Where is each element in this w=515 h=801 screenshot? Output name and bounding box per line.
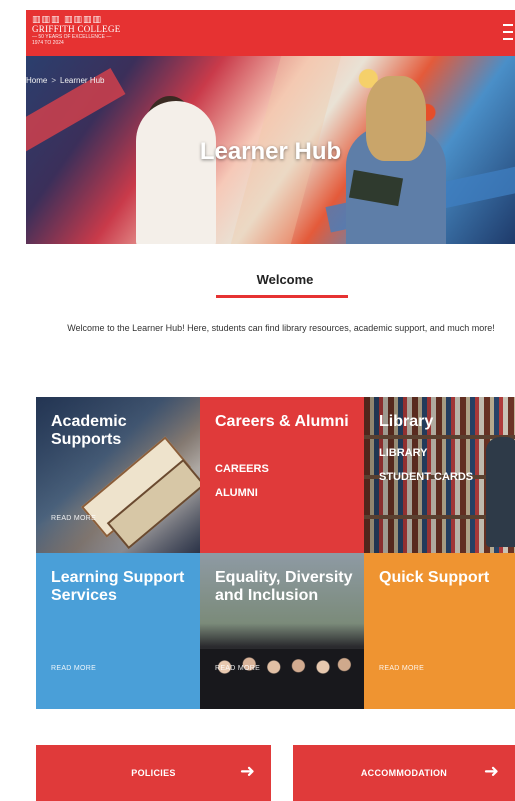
breadcrumb-home[interactable]: Home (26, 76, 47, 85)
logo-years: 1974 TO 2024 (32, 40, 64, 46)
breadcrumb: Home > Learner Hub (26, 76, 105, 85)
page-title: Learner Hub (199, 138, 342, 165)
read-more-link[interactable]: READ MORE (215, 665, 260, 672)
breadcrumb-current: Learner Hub (60, 76, 105, 85)
library-visitor-photo (486, 437, 515, 547)
library-link[interactable]: LIBRARY (379, 447, 427, 459)
tile-academic-supports[interactable]: Academic Supports READ MORE (36, 397, 200, 553)
read-more-link[interactable]: READ MORE (51, 515, 96, 522)
tile-equality-diversity-inclusion[interactable]: Equality, Diversity and Inclusion READ M… (200, 553, 364, 709)
logo-crest: ▥▥▥ ▥▥▥▥ (32, 14, 103, 24)
tile-title: Academic Supports (51, 413, 127, 448)
heading-underline (216, 295, 348, 298)
tile-title: Equality, Diversity and Inclusion (215, 569, 353, 604)
logo-name: GRIFFITH COLLEGE (32, 24, 121, 34)
griffith-college-logo[interactable]: ▥▥▥ ▥▥▥▥ GRIFFITH COLLEGE — 50 YEARS OF … (32, 14, 132, 52)
policies-button[interactable]: POLICIES ➜ (36, 745, 271, 801)
tile-quick-support[interactable]: Quick Support READ MORE (364, 553, 515, 709)
arrow-right-icon: ➜ (239, 761, 255, 781)
read-more-link[interactable]: READ MORE (379, 665, 424, 672)
tile-title: Library (379, 413, 434, 430)
welcome-text: Welcome to the Learner Hub! Here, studen… (67, 323, 495, 333)
careers-link[interactable]: CAREERS (215, 463, 269, 475)
read-more-link[interactable]: READ MORE (51, 665, 96, 672)
arrow-right-icon: ➜ (483, 761, 499, 781)
group-photo (200, 649, 364, 709)
tile-learning-support-services[interactable]: Learning Support Services READ MORE (36, 553, 200, 709)
welcome-heading: Welcome (256, 272, 314, 287)
hero-banner: Home > Learner Hub Learner Hub (26, 56, 515, 244)
student-photo (136, 101, 216, 244)
button-label: ACCOMMODATION (360, 768, 448, 778)
site-header: ▥▥▥ ▥▥▥▥ GRIFFITH COLLEGE — 50 YEARS OF … (26, 10, 515, 56)
hamburger-icon[interactable] (503, 24, 513, 40)
breadcrumb-separator: > (51, 76, 57, 85)
student-cards-link[interactable]: STUDENT CARDS (379, 471, 473, 483)
tile-library: Library LIBRARY STUDENT CARDS (364, 397, 515, 553)
alumni-link[interactable]: ALUMNI (215, 487, 258, 499)
button-label: POLICIES (131, 768, 176, 778)
hub-tiles-grid: Academic Supports READ MORE Careers & Al… (36, 397, 515, 709)
accommodation-button[interactable]: ACCOMMODATION ➜ (293, 745, 515, 801)
tile-title: Quick Support (379, 569, 490, 586)
tile-title: Learning Support Services (51, 569, 185, 604)
tile-careers-alumni: Careers & Alumni CAREERS ALUMNI (200, 397, 364, 553)
tile-title: Careers & Alumni (215, 413, 349, 430)
